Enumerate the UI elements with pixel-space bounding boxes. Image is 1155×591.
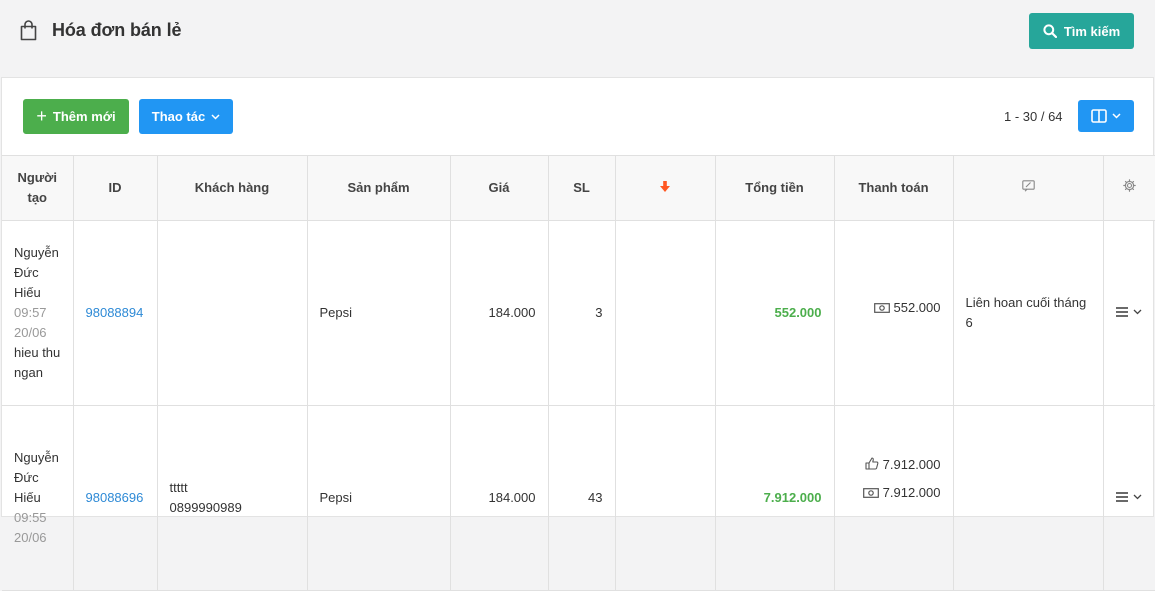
invoice-panel: + Thêm mới Thao tác 1 - 30 / 64 Người tạ… [1, 77, 1155, 591]
column-header-sort[interactable] [614, 155, 716, 221]
row-menu-button[interactable] [1116, 492, 1142, 502]
created-date: 20/06 [14, 325, 47, 340]
customer-cell [156, 220, 308, 406]
arrow-down-icon [660, 181, 670, 192]
table-row[interactable]: Nguyễn Đức Hiếu 09:55 20/06 98088696 ttt… [2, 405, 1155, 591]
table-row[interactable]: Nguyễn Đức Hiếu 09:57 20/06 hieu thu nga… [2, 220, 1155, 406]
payment-cash-amount: 7.912.000 [882, 485, 941, 500]
row-menu-cell [1102, 220, 1155, 406]
creator-cell: Nguyễn Đức Hiếu 09:57 20/06 hieu thu nga… [2, 220, 74, 406]
qty-cell: 3 [547, 220, 616, 406]
plus-icon: + [36, 105, 47, 126]
customer-cell: ttttt 0899990989 [156, 405, 308, 591]
actions-dropdown-button[interactable]: Thao tác [139, 99, 233, 134]
payment-cash-amount: 552.000 [893, 300, 941, 315]
invoice-id-link[interactable]: 98088696 [86, 490, 144, 505]
add-new-label: Thêm mới [52, 109, 116, 124]
chevron-down-icon [1133, 494, 1142, 500]
payment-cell: 7.912.000 7.912.000 [833, 405, 954, 591]
creator-name: Nguyễn Đức Hiếu [14, 450, 59, 505]
cash-icon [863, 488, 879, 498]
sort-cell [614, 405, 716, 591]
gear-icon [1122, 179, 1136, 192]
column-toggle-button[interactable] [1078, 100, 1134, 132]
column-header-price[interactable]: Giá [449, 155, 549, 221]
payment-cell: 552.000 [833, 220, 954, 406]
payment-card-amount: 7.912.000 [882, 457, 941, 472]
chevron-down-icon [1112, 113, 1121, 119]
chevron-down-icon [211, 113, 220, 120]
page-header: Hóa đơn bán lẻ Tìm kiếm [0, 0, 1155, 62]
column-header-creator[interactable]: Người tạo [2, 155, 74, 221]
creator-cell: Nguyễn Đức Hiếu 09:55 20/06 [2, 405, 74, 591]
search-button-label: Tìm kiếm [1063, 23, 1121, 39]
columns-icon [1091, 109, 1107, 123]
customer-phone: 0899990989 [169, 500, 242, 515]
id-cell: 98088894 [72, 220, 158, 406]
total-cell: 552.000 [714, 220, 835, 406]
note-cell [952, 405, 1104, 591]
add-new-button[interactable]: + Thêm mới [23, 99, 129, 134]
search-button[interactable]: Tìm kiếm [1029, 13, 1134, 49]
column-header-qty[interactable]: SL [547, 155, 616, 221]
note-cell: Liên hoan cuối tháng 6 [952, 220, 1104, 406]
cash-icon [873, 303, 890, 313]
column-header-product[interactable]: Sản phẩm [306, 155, 451, 221]
product-cell: Pepsi [306, 220, 451, 406]
column-header-note[interactable] [952, 155, 1104, 221]
column-header-total[interactable]: Tổng tiền [714, 155, 835, 221]
column-header-id[interactable]: ID [72, 155, 158, 221]
price-cell: 184.000 [449, 405, 549, 591]
customer-name: ttttt [169, 480, 188, 495]
hamburger-menu-icon [1116, 307, 1129, 317]
pagination-info: 1 - 30 / 64 [1004, 109, 1063, 124]
product-cell: Pepsi [306, 405, 451, 591]
sort-cell [614, 220, 716, 406]
cashier-name: hieu thu ngan [14, 345, 61, 380]
thumbs-up-icon [865, 457, 879, 470]
row-menu-cell [1102, 405, 1155, 591]
column-header-payment[interactable]: Thanh toán [833, 155, 954, 221]
id-cell: 98088696 [72, 405, 158, 591]
column-header-customer[interactable]: Khách hàng [156, 155, 308, 221]
qty-cell: 43 [547, 405, 616, 591]
column-header-settings[interactable] [1102, 155, 1155, 221]
created-time: 09:55 [14, 510, 47, 525]
created-date: 20/06 [14, 530, 47, 545]
price-cell: 184.000 [449, 220, 549, 406]
row-menu-button[interactable] [1116, 307, 1142, 317]
page-title: Hóa đơn bán lẻ [52, 20, 182, 40]
invoice-id-link[interactable]: 98088894 [86, 305, 144, 320]
hamburger-menu-icon [1116, 492, 1129, 502]
shopping-bag-icon [20, 20, 37, 41]
search-icon [1043, 24, 1057, 38]
actions-label: Thao tác [151, 109, 206, 124]
creator-name: Nguyễn Đức Hiếu [14, 245, 59, 300]
total-cell: 7.912.000 [714, 405, 835, 591]
created-time: 09:57 [14, 305, 47, 320]
invoice-table: Người tạo ID Khách hàng Sản phẩm Giá SL … [2, 155, 1155, 591]
note-icon [1021, 180, 1035, 192]
table-header-row: Người tạo ID Khách hàng Sản phẩm Giá SL … [2, 155, 1155, 221]
chevron-down-icon [1133, 309, 1142, 315]
